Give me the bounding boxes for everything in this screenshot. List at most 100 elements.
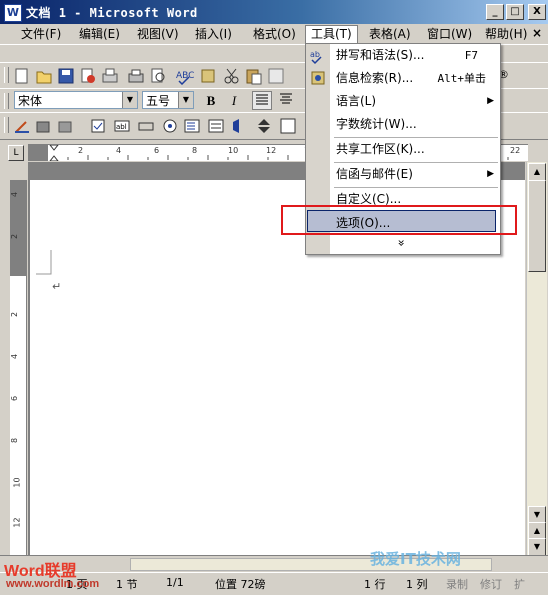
- ruler-number: 12: [266, 146, 277, 155]
- text-field-icon: abl: [114, 120, 130, 132]
- scroll-thumb[interactable]: [528, 180, 546, 272]
- menu-item-letters-mailings[interactable]: 信函与邮件(E) ▶: [330, 163, 500, 186]
- status-ext[interactable]: 扩: [514, 576, 525, 592]
- menu-item-label: 语言(L): [336, 94, 377, 108]
- minimize-button[interactable]: _: [486, 4, 504, 20]
- paragraph-mark-icon: ↵: [52, 280, 62, 293]
- vruler-number: 8: [10, 437, 20, 444]
- bold-button[interactable]: B: [201, 91, 221, 110]
- font-size-value: 五号: [146, 94, 171, 108]
- menu-table[interactable]: 表格(A): [364, 26, 416, 42]
- paste-icon: [246, 69, 262, 85]
- chevron-down-icon[interactable]: ▼: [122, 92, 137, 108]
- forms-toolbar-icons: abl: [15, 118, 296, 134]
- callout-highlight-box: [281, 205, 517, 235]
- menu-item-spelling[interactable]: 拼写和语法(S)... F7: [330, 44, 500, 67]
- menu-expand-chevron-icon[interactable]: »: [330, 234, 500, 252]
- menu-item-icons: ab: [310, 50, 325, 85]
- menu-item-shortcut: F7: [464, 49, 478, 62]
- status-line: 1 行: [364, 578, 386, 591]
- next-page-button[interactable]: ▼: [528, 538, 546, 556]
- list-box-icon: [184, 119, 200, 133]
- document-close-button[interactable]: ×: [532, 26, 542, 40]
- vruler-number: 12: [12, 517, 22, 528]
- font-size-combo[interactable]: 五号 ▼: [142, 91, 194, 109]
- vertical-ruler[interactable]: 4 2 2 4 6 8 10 12: [10, 180, 27, 555]
- research-icon: [311, 71, 325, 85]
- combo-box-icon: [208, 119, 224, 133]
- status-section: 1 节: [116, 578, 138, 591]
- svg-text:ABC: ABC: [176, 71, 194, 81]
- ruler-number: 4: [116, 146, 122, 155]
- menu-item-language[interactable]: 语言(L) ▶: [330, 90, 500, 113]
- menu-item-label: 字数统计(W)...: [336, 117, 417, 131]
- status-rec[interactable]: 录制: [446, 576, 468, 592]
- horizontal-scrollbar[interactable]: [0, 555, 548, 572]
- title-bar: W 文档 1 - Microsoft Word _ □ X: [0, 0, 548, 24]
- research-icon: [201, 69, 215, 83]
- draw-table-icon: [15, 121, 29, 133]
- word-app-icon[interactable]: W: [4, 4, 22, 22]
- menu-help[interactable]: 帮助(H): [480, 26, 532, 42]
- svg-text:abl: abl: [116, 123, 127, 131]
- menu-bar: 文件(F) 编辑(E) 视图(V) 插入(I) 格式(O) 工具(T) 表格(A…: [0, 24, 548, 45]
- menu-window[interactable]: 窗口(W): [422, 26, 477, 42]
- open-folder-icon: [36, 71, 52, 84]
- menu-format[interactable]: 格式(O): [248, 26, 301, 42]
- watermark-right: 我爱IT技术网: [370, 550, 461, 568]
- toggle-button-icon: [233, 119, 239, 133]
- toolbar-grip[interactable]: [4, 93, 9, 109]
- print-icon: [128, 69, 144, 83]
- status-position: 位置 72磅: [215, 578, 266, 591]
- spin-button-icon: [258, 119, 270, 133]
- command-button-icon: [138, 122, 154, 131]
- ruler-number: 8: [192, 146, 198, 155]
- align-justify-icon: [256, 94, 268, 105]
- toolbar-grip[interactable]: [4, 67, 9, 83]
- menu-insert[interactable]: 插入(I): [190, 26, 237, 42]
- submenu-arrow-icon: ▶: [487, 96, 494, 106]
- align-center-icon: [280, 93, 292, 104]
- align-justify-button[interactable]: [252, 91, 272, 110]
- toolbar-grip[interactable]: [4, 117, 9, 133]
- menu-tools[interactable]: 工具(T): [305, 25, 358, 44]
- scroll-bar-icon: [280, 118, 296, 134]
- menu-item-label: 共享工作区(K)...: [336, 142, 425, 156]
- maximize-button[interactable]: □: [506, 4, 524, 20]
- status-trk[interactable]: 修订: [480, 576, 502, 592]
- submenu-arrow-icon: ▶: [487, 169, 494, 179]
- font-name-combo[interactable]: 宋体 ▼: [14, 91, 138, 109]
- tab-selector[interactable]: L: [8, 145, 24, 161]
- align-center-button[interactable]: [276, 91, 296, 110]
- ruler-number: 6: [154, 146, 160, 155]
- vruler-number: 2: [10, 311, 20, 318]
- menu-file[interactable]: 文件(F): [16, 26, 66, 42]
- menu-edit[interactable]: 编辑(E): [74, 26, 125, 42]
- save-icon: [58, 68, 74, 84]
- format-painter-icon: [268, 68, 284, 84]
- cut-icon: [224, 68, 239, 84]
- close-button[interactable]: X: [528, 4, 546, 20]
- chevron-down-icon[interactable]: ▼: [178, 92, 193, 108]
- scroll-up-button[interactable]: ▲: [528, 163, 546, 181]
- vruler-number: 2: [10, 233, 20, 240]
- font-name-value: 宋体: [18, 94, 43, 108]
- print-preview-icon: [102, 68, 118, 83]
- menu-item-shared-workspace[interactable]: 共享工作区(K)...: [330, 138, 500, 161]
- menu-item-word-count[interactable]: 字数统计(W)...: [330, 113, 500, 136]
- ruler-number: 10: [228, 146, 239, 155]
- menu-view[interactable]: 视图(V): [132, 26, 184, 42]
- menu-item-label: 信息检索(R)...: [336, 71, 414, 85]
- menu-item-research[interactable]: 信息检索(R)... Alt+单击: [330, 67, 500, 90]
- svg-text:ab: ab: [310, 50, 320, 59]
- status-column: 1 列: [406, 578, 428, 591]
- italic-button[interactable]: I: [224, 91, 244, 110]
- form-field-icon: [58, 121, 72, 133]
- option-button-icon: [163, 119, 177, 133]
- watermark-url: www.wordlm.com: [6, 578, 100, 590]
- ruler-number: 2: [78, 146, 84, 155]
- search-icon: [151, 68, 165, 83]
- menu-item-shortcut: Alt+单击: [437, 72, 487, 85]
- status-pages: 1/1: [166, 576, 184, 589]
- vruler-number: 10: [12, 477, 22, 488]
